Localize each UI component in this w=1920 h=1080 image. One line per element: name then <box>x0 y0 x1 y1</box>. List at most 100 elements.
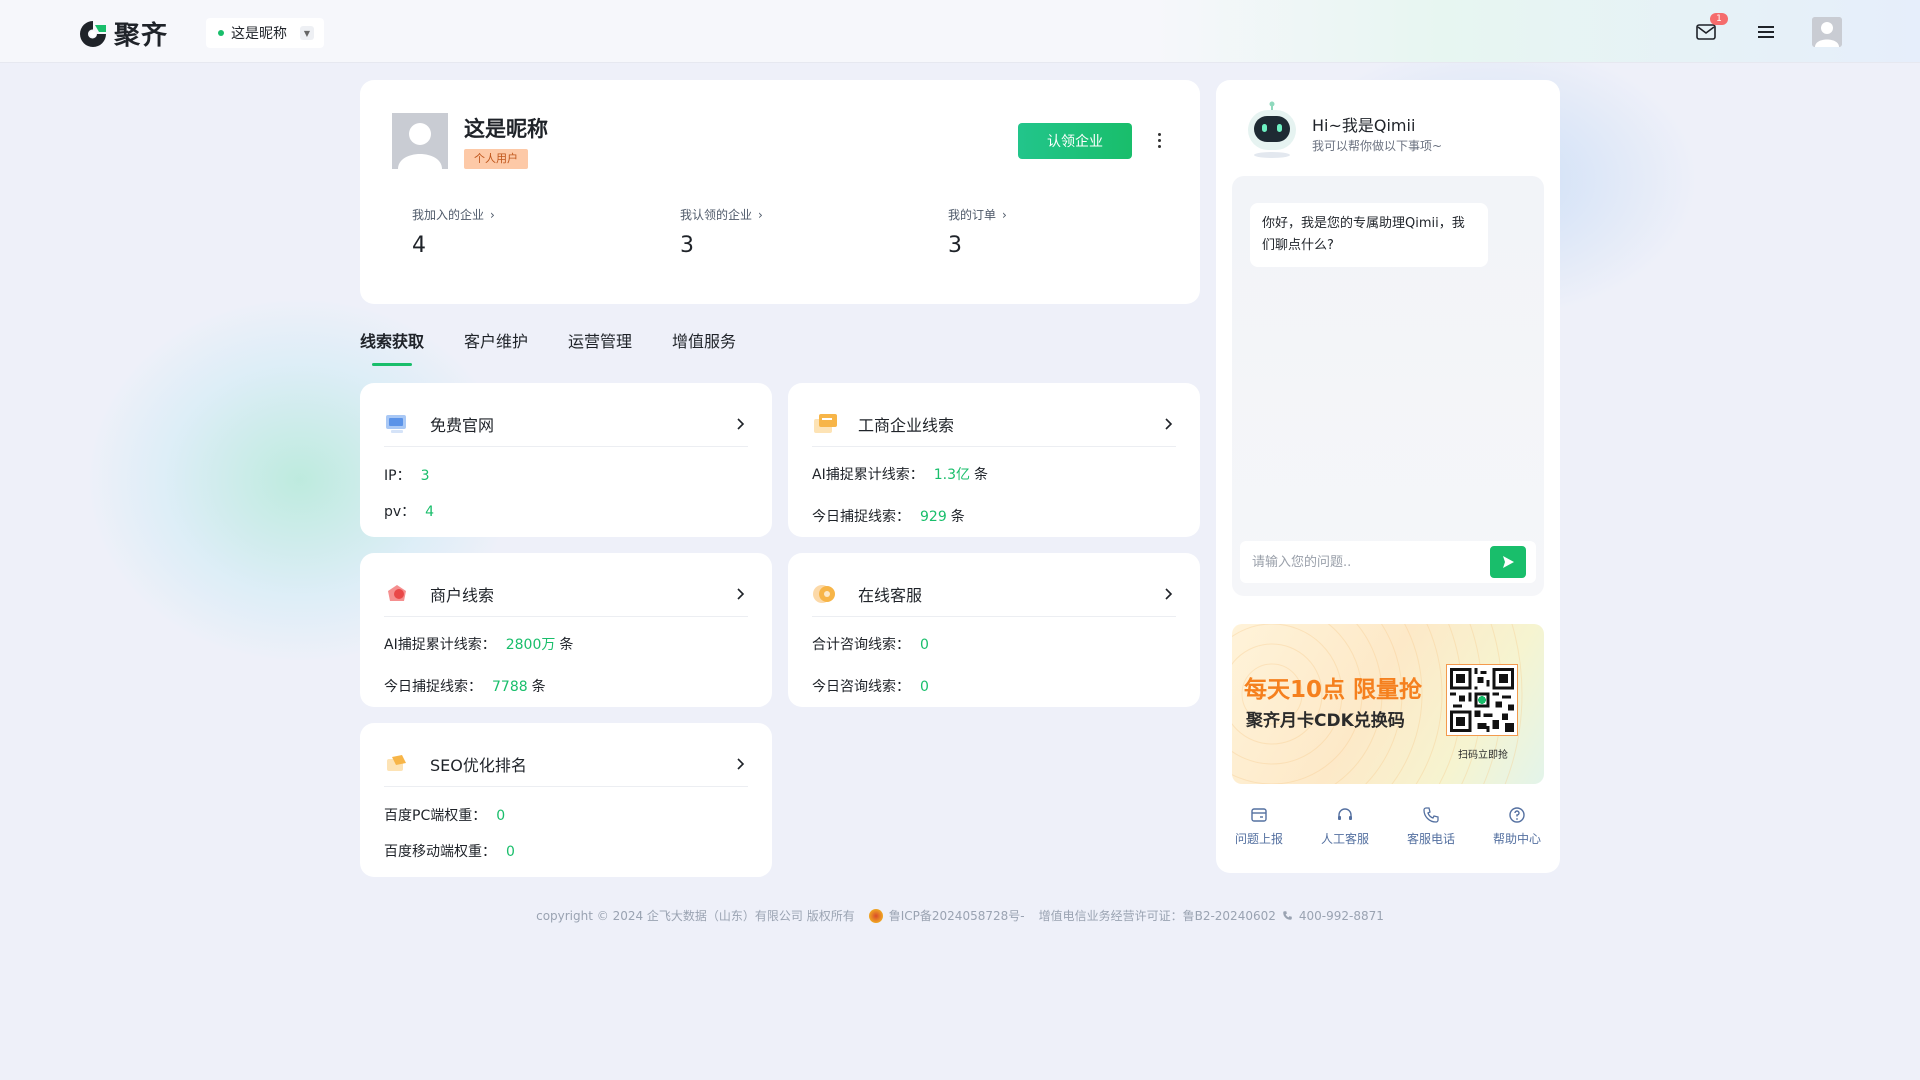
qr-code <box>1446 664 1518 736</box>
quick-link-human-service[interactable]: 人工客服 <box>1302 806 1388 847</box>
service-title: 工商企业线索 <box>858 415 955 435</box>
promo-banner[interactable]: 每天10点 限量抢 聚齐月卡CDK兑换码 扫码立即抢 <box>1232 624 1544 784</box>
service-card-seo[interactable]: SEO优化排名 百度PC端权重： 0 百度移动端权重： 0 <box>360 723 772 877</box>
avatar-placeholder-icon <box>392 113 448 169</box>
service-row: AI捕捉累计线索： 2800万条 <box>384 637 574 653</box>
quick-link-help-center[interactable]: 帮助中心 <box>1474 806 1560 847</box>
chat-input[interactable] <box>1240 541 1480 583</box>
user-type-badge: 个人用户 <box>464 149 528 169</box>
chevron-right-icon <box>1165 417 1173 430</box>
brand-logo[interactable]: 聚齐 <box>78 15 168 52</box>
mail-icon <box>1696 24 1716 40</box>
tab-operations-management[interactable]: 运营管理 <box>568 328 632 366</box>
account-switcher[interactable]: 这是昵称 ▼ <box>206 18 324 48</box>
claim-enterprise-button[interactable]: 认领企业 <box>1018 123 1132 159</box>
report-icon <box>1251 808 1267 822</box>
user-avatar[interactable] <box>1812 17 1842 47</box>
footer-copyright: copyright © 2024 企飞大数据（山东）有限公司 版权所有 <box>536 909 855 923</box>
assistant-panel: Hi~我是Qimii 我可以帮你做以下事项~ 你好，我是您的专属助理Qimii，… <box>1216 80 1560 873</box>
stat-value: 3 <box>948 233 962 258</box>
footer-license: 增值电信业务经营许可证：鲁B2-20240602 <box>1038 909 1276 923</box>
service-title: 免费官网 <box>430 415 495 435</box>
online-service-icon <box>813 584 835 603</box>
service-card-merchant-clues[interactable]: 商户线索 AI捕捉累计线索： 2800万条 今日捕捉线索： 7788 条 <box>360 553 772 707</box>
footer-icp-link[interactable]: 鲁ICP备2024058728号- <box>889 907 1025 924</box>
service-row: 百度移动端权重： 0 <box>384 844 515 860</box>
headset-icon <box>1338 808 1352 820</box>
seo-icon <box>387 754 406 771</box>
stat-value: 3 <box>680 233 694 258</box>
brand-name: 聚齐 <box>114 21 169 51</box>
qr-code-icon <box>1450 668 1514 732</box>
more-options-icon[interactable] <box>1152 128 1166 152</box>
stat-label: 我加入的企业 <box>412 208 485 222</box>
chevron-right-icon: › <box>758 207 763 222</box>
menu-button[interactable] <box>1752 18 1780 46</box>
logo-icon <box>80 20 106 47</box>
service-title: 商户线索 <box>430 585 495 605</box>
stat-joined-enterprises[interactable]: 我加入的企业 › 4 <box>412 206 495 259</box>
help-icon <box>1509 807 1525 823</box>
chevron-right-icon <box>737 757 745 770</box>
tab-customer-maintenance[interactable]: 客户维护 <box>464 328 528 366</box>
tab-clue-acquisition[interactable]: 线索获取 <box>360 328 424 366</box>
avatar-placeholder-icon <box>1812 17 1842 47</box>
chevron-right-icon <box>737 587 745 600</box>
police-badge-icon <box>868 908 883 923</box>
promo-subheadline: 聚齐月卡CDK兑换码 <box>1246 711 1405 731</box>
service-title: SEO优化排名 <box>430 755 527 775</box>
merchant-clue-icon <box>388 584 406 601</box>
stat-my-orders[interactable]: 我的订单 › 3 <box>948 206 1007 259</box>
qr-caption: 扫码立即抢 <box>1458 750 1508 761</box>
footer: copyright © 2024 企飞大数据（山东）有限公司 版权所有 鲁ICP… <box>0 907 1920 924</box>
service-row: IP： 3 <box>384 468 430 484</box>
chat-input-bar <box>1240 541 1536 583</box>
robot-assistant-icon <box>1248 101 1296 158</box>
service-card-free-website[interactable]: 免费官网 IP： 3 pv： 4 <box>360 383 772 537</box>
service-title: 在线客服 <box>858 585 923 605</box>
assistant-greeting: Hi~我是Qimii <box>1312 116 1416 135</box>
service-row: 百度PC端权重： 0 <box>384 808 506 824</box>
chevron-right-icon: › <box>1002 207 1007 222</box>
quick-links: 问题上报 人工客服 客服电话 帮助中心 <box>1216 806 1560 847</box>
quick-link-service-phone[interactable]: 客服电话 <box>1388 806 1474 847</box>
tab-value-added-services[interactable]: 增值服务 <box>672 328 736 366</box>
quick-link-report-issue[interactable]: 问题上报 <box>1216 806 1302 847</box>
mail-badge: 1 <box>1710 13 1728 25</box>
profile-name: 这是昵称 <box>464 117 548 141</box>
profile-avatar[interactable] <box>392 113 448 169</box>
assistant-message: 你好，我是您的专属助理Qimii，我们聊点什么? <box>1250 203 1488 267</box>
top-actions: 1 <box>1692 13 1842 47</box>
dropdown-arrow-icon: ▼ <box>300 26 314 40</box>
website-icon <box>386 414 406 433</box>
stat-label: 我认领的企业 <box>680 208 753 222</box>
profile-card: 这是昵称 个人用户 认领企业 我加入的企业 › 4 我认领的企业 › 3 我的订单 ›… <box>360 80 1200 304</box>
service-row: 今日咨询线索： 0 <box>812 679 929 695</box>
assistant-subtitle: 我可以帮你做以下事项~ <box>1312 139 1443 153</box>
send-button[interactable] <box>1490 546 1526 578</box>
footer-phone: 400-992-8871 <box>1298 908 1384 923</box>
stat-claimed-enterprises[interactable]: 我认领的企业 › 3 <box>680 206 763 259</box>
business-clue-icon <box>814 413 837 433</box>
account-nickname: 这是昵称 <box>231 26 287 42</box>
chevron-right-icon: › <box>490 207 495 222</box>
menu-icon <box>1758 26 1774 38</box>
service-row: 今日捕捉线索： 7788 条 <box>384 679 546 695</box>
phone-icon <box>1283 911 1292 920</box>
promo-headline: 每天10点 限量抢 <box>1244 677 1423 703</box>
service-row: 今日捕捉线索： 929 条 <box>812 509 965 525</box>
top-bar: 聚齐 这是昵称 ▼ 1 <box>0 0 1920 63</box>
service-card-online-service[interactable]: 在线客服 合计咨询线索： 0 今日咨询线索： 0 <box>788 553 1200 707</box>
service-card-business-clues[interactable]: 工商企业线索 AI捕捉累计线索： 1.3亿条 今日捕捉线索： 929 条 <box>788 383 1200 537</box>
online-status-dot <box>218 30 224 36</box>
chat-window: 你好，我是您的专属助理Qimii，我们聊点什么? <box>1232 176 1544 596</box>
send-icon <box>1503 556 1514 568</box>
phone-icon <box>1423 807 1439 823</box>
service-row: pv： 4 <box>384 504 435 520</box>
stat-label: 我的订单 <box>948 208 997 222</box>
stat-value: 4 <box>412 233 426 258</box>
service-row: 合计咨询线索： 0 <box>812 637 929 653</box>
chevron-right-icon <box>737 417 745 430</box>
mail-button[interactable]: 1 <box>1692 13 1728 46</box>
service-row: AI捕捉累计线索： 1.3亿条 <box>812 467 988 483</box>
